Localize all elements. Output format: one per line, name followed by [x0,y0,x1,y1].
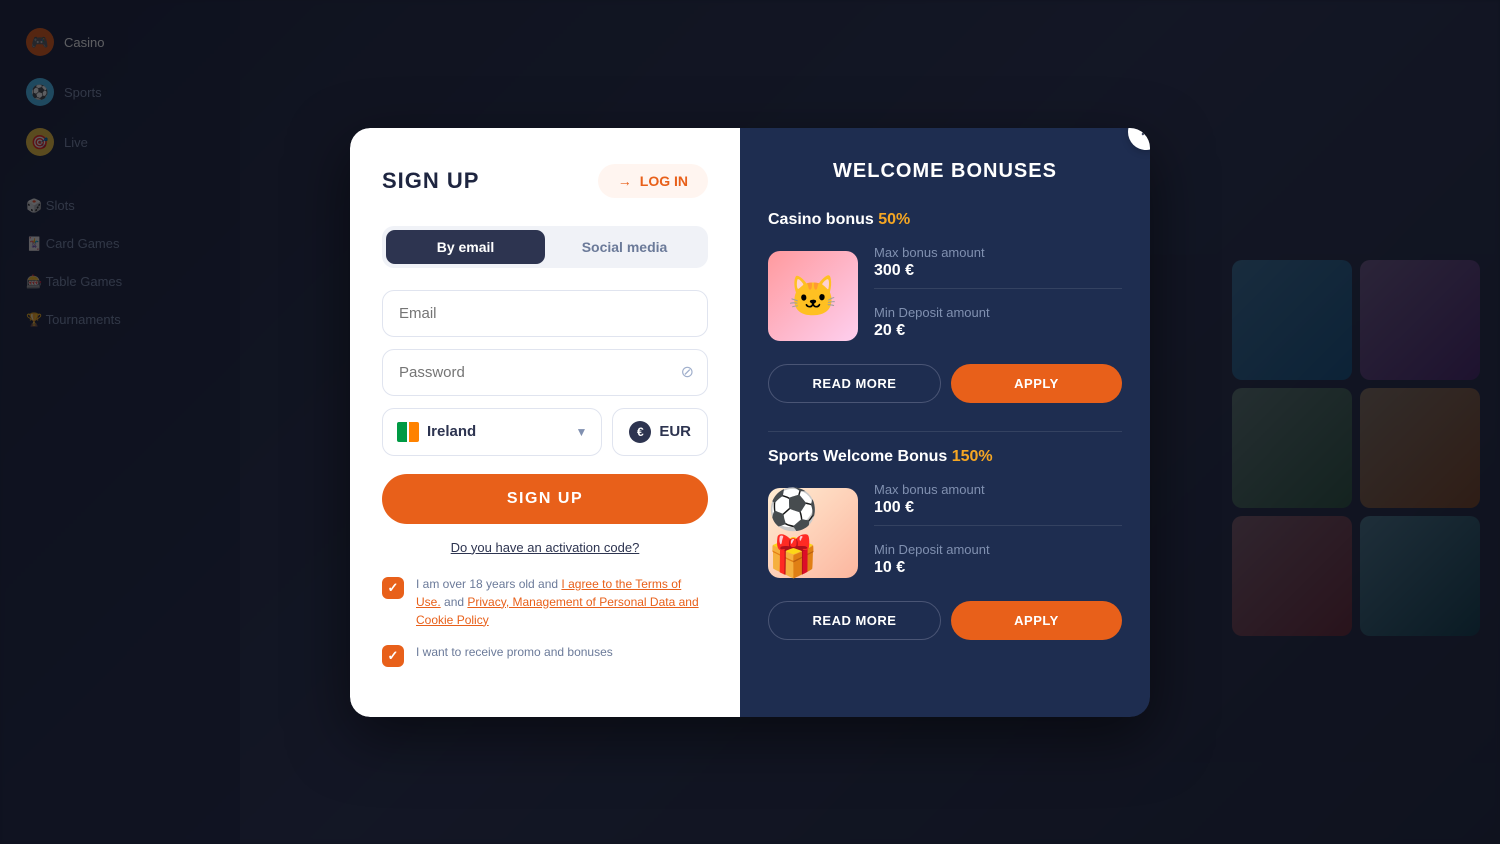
casino-bonus-body: 🐱 Max bonus amount 300 € Min Deposit amo… [768,245,1122,348]
euro-icon: € [629,421,651,443]
max-bonus-label-1: Max bonus amount [874,245,1122,260]
casino-read-more-button[interactable]: READ MORE [768,364,941,403]
sports-bonus-percent: 150% [952,448,993,465]
flag-green [397,422,407,442]
password-wrapper: ⊘ [382,349,708,396]
password-toggle-icon[interactable]: ⊘ [681,362,694,382]
ireland-flag [397,422,419,442]
modal: × SIGN UP → LOG IN By email Social media [350,128,1150,717]
sports-gift-box: ⚽🎁 [768,488,858,578]
casino-apply-button[interactable]: APPLY [951,364,1122,403]
casino-bonus-info: Max bonus amount 300 € Min Deposit amoun… [874,245,1122,348]
terms-checkbox[interactable]: ✓ [382,577,404,599]
sports-bonus-title: Sports Welcome Bonus 150% [768,448,1122,466]
bonus-panel: WELCOME BONUSES Casino bonus 50% 🐱 Max b… [740,128,1150,717]
password-input[interactable] [382,349,708,396]
privacy-link[interactable]: Privacy, Management of Personal Data and… [416,595,699,627]
login-button-label: LOG IN [640,173,688,189]
terms-label: I am over 18 years old and I agree to th… [416,575,708,629]
max-bonus-value-2: 100 € [874,499,1122,517]
promo-checkbox[interactable]: ✓ [382,645,404,667]
close-icon: × [1141,128,1150,143]
promo-label: I want to receive promo and bonuses [416,643,613,661]
panel-divider [768,431,1122,432]
sports-bonus-card: Sports Welcome Bonus 150% ⚽🎁 Max bonus a… [768,448,1122,640]
terms-checkbox-row: ✓ I am over 18 years old and I agree to … [382,575,708,629]
sports-gift-image: ⚽🎁 [768,488,858,578]
casino-bonus-card: Casino bonus 50% 🐱 Max bonus amount 300 … [768,211,1122,403]
sports-bonus-body: ⚽🎁 Max bonus amount 100 € Min Deposit am… [768,482,1122,585]
bonus-divider-1 [874,288,1122,289]
country-select[interactable]: Ireland ▼ [382,408,602,456]
signup-panel: SIGN UP → LOG IN By email Social media ⊘ [350,128,740,717]
sports-apply-button[interactable]: APPLY [951,601,1122,640]
modal-header: SIGN UP → LOG IN [382,164,708,198]
casino-bonus-buttons: READ MORE APPLY [768,364,1122,403]
bonus-divider-2 [874,525,1122,526]
currency-badge: € EUR [612,408,708,456]
email-input[interactable] [382,290,708,337]
casino-bonus-percent: 50% [878,211,910,228]
min-deposit-value-2: 10 € [874,559,1122,577]
min-deposit-value-1: 20 € [874,322,1122,340]
activation-code-link[interactable]: Do you have an activation code? [382,540,708,555]
sports-read-more-button[interactable]: READ MORE [768,601,941,640]
chevron-down-icon: ▼ [575,425,587,439]
modal-overlay: × SIGN UP → LOG IN By email Social media [0,0,1500,844]
signup-title: SIGN UP [382,168,479,194]
casino-bonus-title: Casino bonus 50% [768,211,1122,229]
casino-gift-image: 🐱 [768,251,858,341]
currency-label: EUR [659,423,691,440]
country-name: Ireland [427,423,567,440]
country-currency-row: Ireland ▼ € EUR [382,408,708,456]
tab-social-media[interactable]: Social media [545,230,704,264]
min-deposit-label-2: Min Deposit amount [874,542,1122,557]
bonuses-title: WELCOME BONUSES [768,160,1122,183]
signup-submit-button[interactable]: SIGN UP [382,474,708,524]
tab-by-email[interactable]: By email [386,230,545,264]
checkmark-icon: ✓ [388,580,399,596]
min-deposit-label-1: Min Deposit amount [874,305,1122,320]
sports-bonus-info: Max bonus amount 100 € Min Deposit amoun… [874,482,1122,585]
checkmark-icon-2: ✓ [388,648,399,664]
login-arrow-icon: → [618,173,632,189]
flag-orange [409,422,419,442]
sports-bonus-buttons: READ MORE APPLY [768,601,1122,640]
cat-gift-box: 🐱 [768,251,858,341]
max-bonus-label-2: Max bonus amount [874,482,1122,497]
login-button[interactable]: → LOG IN [598,164,708,198]
tab-group: By email Social media [382,226,708,268]
promo-checkbox-row: ✓ I want to receive promo and bonuses [382,643,708,667]
max-bonus-value-1: 300 € [874,262,1122,280]
